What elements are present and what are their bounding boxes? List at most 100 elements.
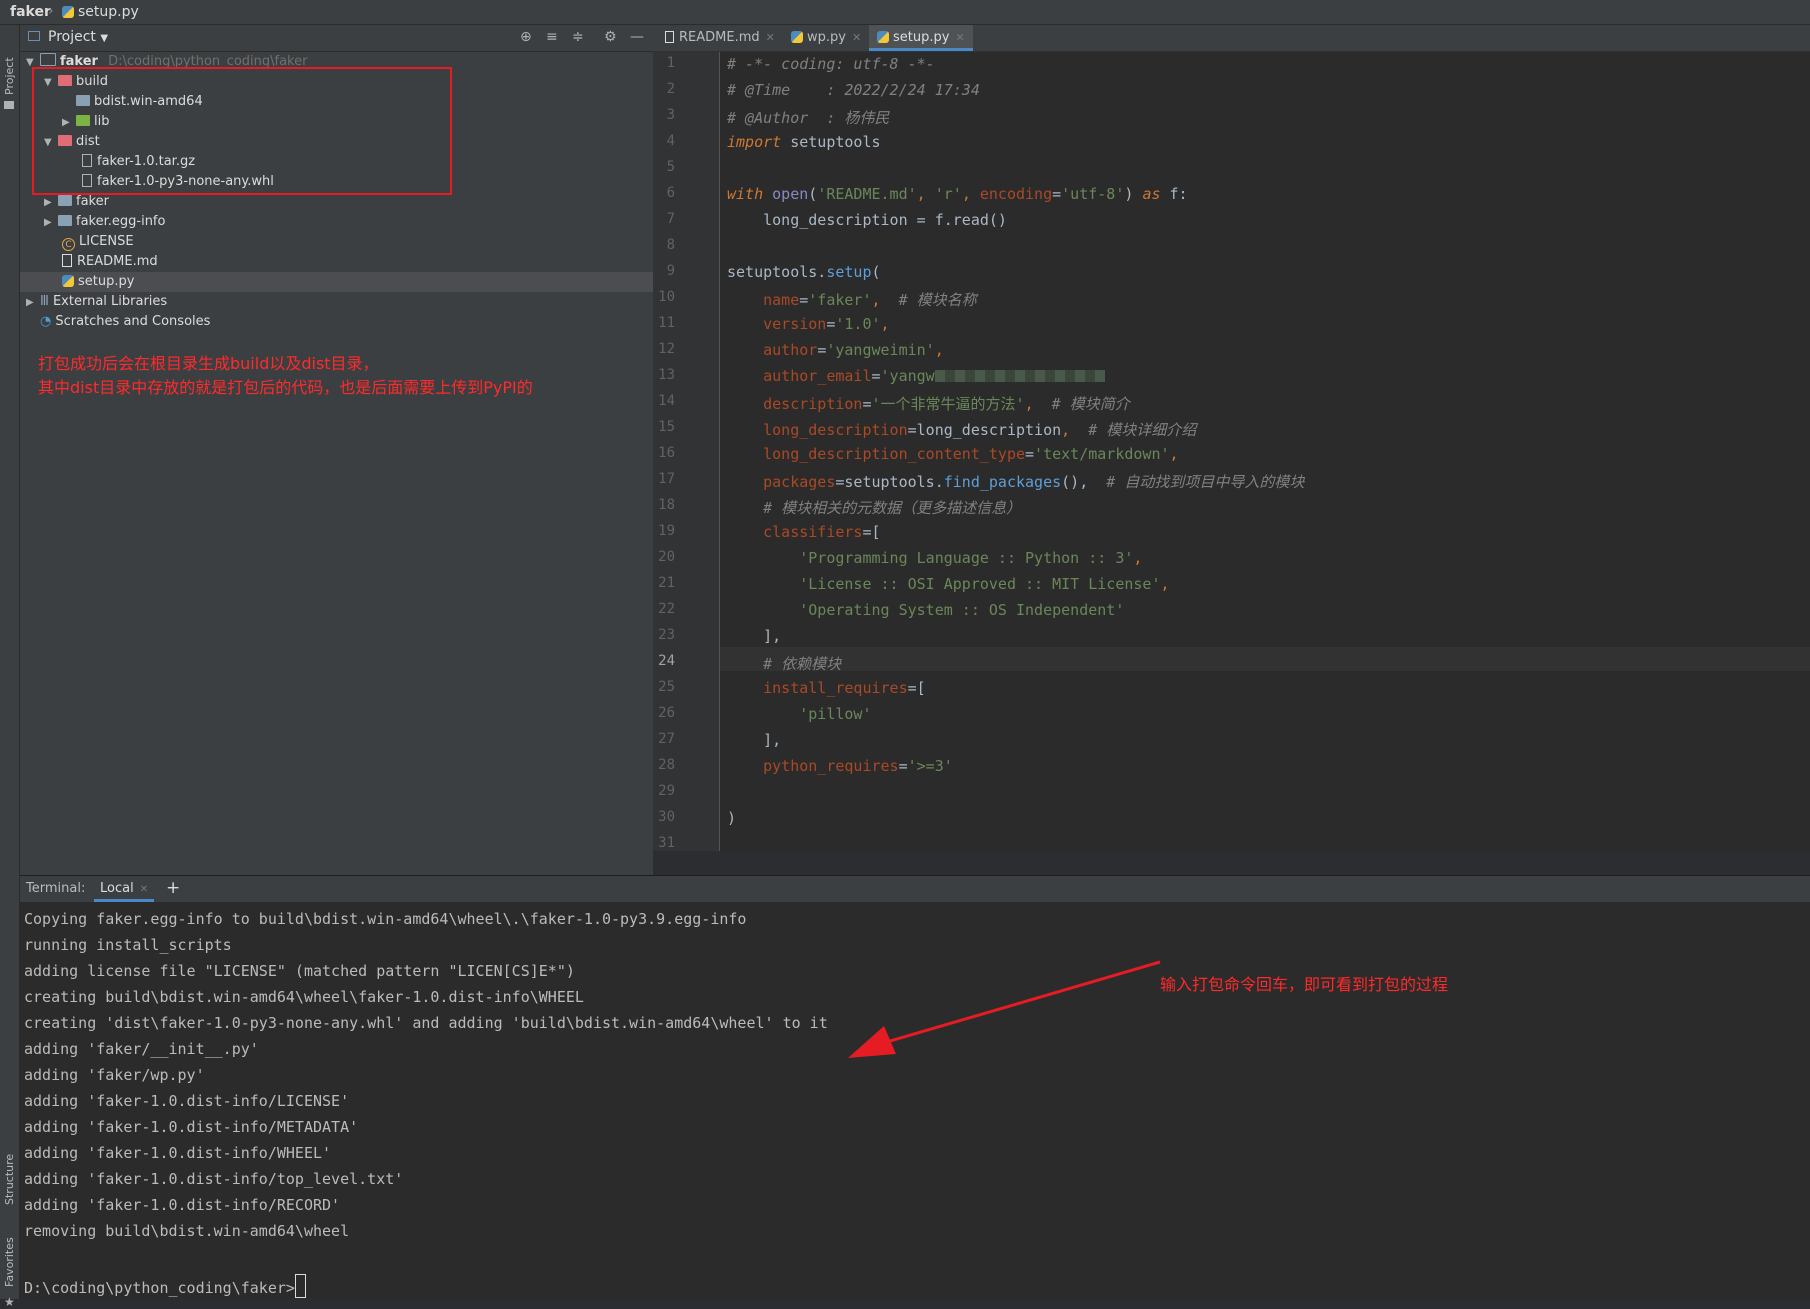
chevron-right-icon: ▶ <box>44 217 52 228</box>
tree-item-egg-info[interactable]: ▶ faker.egg-info <box>44 212 165 232</box>
string: 'yangweimin' <box>826 341 935 359</box>
tree-label: Scratches and Consoles <box>55 314 211 329</box>
tab-wp-py[interactable]: wp.py ✕ <box>783 25 869 51</box>
terminal-prompt[interactable]: D:\coding\python_coding\faker> <box>24 1274 306 1298</box>
line-number: 6 <box>666 185 675 201</box>
code-line: with open('README.md', 'r', encoding='ut… <box>727 185 1188 203</box>
minimize-icon[interactable]: — <box>630 29 644 45</box>
param: author_email <box>727 367 872 385</box>
breadcrumb-project[interactable]: faker <box>10 4 51 20</box>
tool-window-favorites[interactable]: Favorites <box>3 1237 16 1287</box>
string: 'yangw <box>880 367 935 385</box>
project-view-selector[interactable]: Project ▼ <box>48 29 108 45</box>
terminal-tab-local[interactable]: Local ✕ <box>94 876 155 902</box>
string: 'faker' <box>808 291 872 309</box>
string: 'License :: OSI Approved :: MIT License' <box>727 575 1161 593</box>
code-line: ) <box>727 809 736 827</box>
code-text: ) <box>727 809 737 827</box>
code-text: ) <box>1124 185 1143 203</box>
tree-item-readme[interactable]: README.md <box>62 252 158 272</box>
tree-item-scratches[interactable]: ◔ Scratches and Consoles <box>40 312 210 332</box>
project-panel-header: Project ▼ ⊕ ≡ ≑ ⚙ — <box>20 25 653 52</box>
comment: # @Time : 2022/2/24 17:34 <box>727 81 980 99</box>
annotation-highlight-box <box>32 67 452 195</box>
line-number: 7 <box>666 211 675 227</box>
terminal-line: adding license file "LICENSE" (matched p… <box>24 962 575 980</box>
expand-all-icon[interactable]: ≡ <box>546 29 558 45</box>
terminal-header: Terminal: Local ✕ + <box>20 876 1810 902</box>
line-number: 20 <box>658 549 675 565</box>
string: 'Operating System :: OS Independent' <box>727 601 1125 619</box>
line-number: 17 <box>658 471 675 487</box>
line-number: 19 <box>658 523 675 539</box>
close-icon[interactable]: ✕ <box>140 884 148 895</box>
project-view-icon <box>28 31 40 41</box>
terminal-label: Terminal: <box>26 881 86 896</box>
line-number: 5 <box>666 159 675 175</box>
tree-label: setup.py <box>78 274 135 289</box>
code-text: long_description = f. <box>727 211 953 229</box>
punct: , <box>916 185 935 203</box>
terminal-line: Copying faker.egg-info to build\bdist.wi… <box>24 910 747 928</box>
tool-window-structure[interactable]: Structure <box>3 1154 16 1205</box>
line-number: 29 <box>658 783 675 799</box>
code-text: setuptools. <box>727 263 827 281</box>
tool-window-project[interactable]: Project <box>3 57 16 95</box>
code-line: packages=setuptools.find_packages(), # 自… <box>727 473 1305 491</box>
line-number: 22 <box>658 601 675 617</box>
string: '1.0' <box>835 315 881 333</box>
tree-label: faker <box>76 194 109 209</box>
tree-label: README.md <box>77 254 158 269</box>
close-icon[interactable]: ✕ <box>852 31 861 44</box>
markdown-file-icon <box>665 31 674 43</box>
chevron-right-icon: ▶ <box>44 197 52 208</box>
python-file-icon <box>877 31 889 43</box>
terminal-line: running install_scripts <box>24 936 232 954</box>
line-number: 21 <box>658 575 675 591</box>
code-text: () <box>988 211 1007 229</box>
string: '>=3' <box>907 757 953 775</box>
terminal-line: adding 'faker-1.0.dist-info/WHEEL' <box>24 1144 332 1162</box>
tab-readme[interactable]: README.md ✕ <box>657 25 783 51</box>
redacted-email <box>934 370 1105 382</box>
breadcrumb: faker › setup.py <box>0 0 1810 25</box>
line-number: 26 <box>658 705 675 721</box>
close-icon[interactable]: ✕ <box>766 31 775 44</box>
tree-item-external-libraries[interactable]: ▶ Ⅲ External Libraries <box>26 292 167 312</box>
markdown-file-icon <box>62 254 72 267</box>
comment: # -*- coding: utf-8 -*- <box>727 55 935 73</box>
code-line: ], <box>727 731 781 749</box>
line-number: 28 <box>658 757 675 773</box>
terminal-line: adding 'faker-1.0.dist-info/top_level.tx… <box>24 1170 404 1188</box>
string: 'README.md' <box>817 185 917 203</box>
tab-label: README.md <box>679 30 760 45</box>
line-number: 10 <box>658 289 675 305</box>
line-number: 13 <box>658 367 675 383</box>
tree-label: faker.egg-info <box>76 214 166 229</box>
tab-setup-py[interactable]: setup.py ✕ <box>869 25 973 51</box>
code-line: # @Author : 杨伟民 <box>727 107 889 128</box>
comment: # 依赖模块 <box>727 655 842 673</box>
code-text: ], <box>727 731 782 749</box>
terminal-line: adding 'faker/wp.py' <box>24 1066 205 1084</box>
collapse-all-icon[interactable]: ≑ <box>572 29 584 45</box>
tree-item-setup-py[interactable]: setup.py <box>62 272 134 292</box>
new-terminal-button[interactable]: + <box>166 878 180 898</box>
left-tool-strip: Project Structure Favorites ★ <box>0 25 20 1309</box>
breadcrumb-file[interactable]: setup.py <box>62 4 139 20</box>
line-number: 30 <box>658 809 675 825</box>
close-icon[interactable]: ✕ <box>955 31 964 44</box>
code-line: # 模块相关的元数据（更多描述信息） <box>727 497 1021 518</box>
locate-icon[interactable]: ⊕ <box>520 29 532 45</box>
param: author <box>727 341 818 359</box>
terminal-line: adding 'faker-1.0.dist-info/LICENSE' <box>24 1092 350 1110</box>
tree-item-faker-package[interactable]: ▶ faker <box>44 192 109 212</box>
code-line: # -*- coding: utf-8 -*- <box>727 55 935 73</box>
breadcrumb-file-label: setup.py <box>78 4 139 20</box>
tree-item-license[interactable]: C LICENSE <box>62 232 134 252</box>
builtin: open <box>772 185 809 203</box>
line-number-current: 24 <box>658 653 675 669</box>
gear-icon[interactable]: ⚙ <box>604 29 617 45</box>
param: description <box>727 395 863 413</box>
annotation-text-1: 打包成功后会在根目录生成build以及dist目录， <box>38 354 379 373</box>
